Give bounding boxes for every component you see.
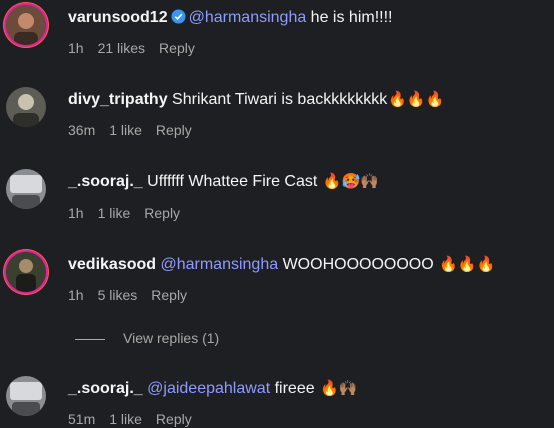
reply-button[interactable]: Reply	[151, 287, 187, 303]
username[interactable]: vedikasood	[68, 256, 156, 273]
reaction-emoji-icon: 🔥🙌🏽	[320, 380, 358, 397]
fire-emoji-icon: 🔥🔥🔥	[388, 91, 445, 108]
comment-text: Uffffff Whattee Fire Cast	[147, 173, 318, 190]
comment-time[interactable]: 1h	[68, 287, 84, 303]
comment-time[interactable]: 1h	[68, 205, 84, 221]
reply-button[interactable]: Reply	[156, 411, 192, 427]
verified-badge-icon	[171, 9, 186, 24]
comment-time[interactable]: 1h	[68, 40, 84, 56]
username[interactable]: varunsood12	[68, 9, 168, 26]
avatar[interactable]	[6, 376, 46, 416]
comment-time[interactable]: 51m	[68, 411, 95, 427]
username[interactable]: _.sooraj._	[68, 173, 143, 190]
reply-button[interactable]: Reply	[159, 40, 195, 56]
like-count[interactable]: 5 likes	[98, 287, 138, 303]
mention-link[interactable]: @jaideepahlawat	[147, 380, 270, 397]
mention-link[interactable]: @harmansingha	[189, 9, 307, 26]
mention-link[interactable]: @harmansingha	[160, 256, 278, 273]
comment-text: he is him!!!!	[306, 9, 393, 26]
fire-emoji-icon: 🔥🔥🔥	[439, 256, 496, 273]
comment-time[interactable]: 36m	[68, 122, 95, 138]
view-replies-label: View replies (1)	[123, 330, 220, 346]
reply-button[interactable]: Reply	[156, 122, 192, 138]
replies-divider	[75, 338, 105, 340]
like-count[interactable]: 1 like	[109, 411, 142, 427]
like-count[interactable]: 1 like	[109, 122, 142, 138]
avatar[interactable]	[6, 5, 46, 45]
comment-text: Shrikant Tiwari is backkkkkkkk	[172, 91, 388, 108]
username[interactable]: divy_tripathy	[68, 91, 168, 108]
avatar[interactable]	[6, 252, 46, 292]
comment-text: fireee	[270, 380, 315, 397]
like-count[interactable]: 1 like	[98, 205, 131, 221]
avatar[interactable]	[6, 87, 46, 127]
like-count[interactable]: 21 likes	[98, 40, 145, 56]
avatar[interactable]	[6, 169, 46, 209]
reaction-emoji-icon: 🔥🥵🙌🏽	[322, 173, 379, 190]
username[interactable]: _.sooraj._	[68, 380, 143, 397]
comment-text: WOOHOOOOOOOO	[278, 256, 434, 273]
view-replies-button[interactable]: View replies (1)	[75, 330, 219, 346]
reply-button[interactable]: Reply	[144, 205, 180, 221]
